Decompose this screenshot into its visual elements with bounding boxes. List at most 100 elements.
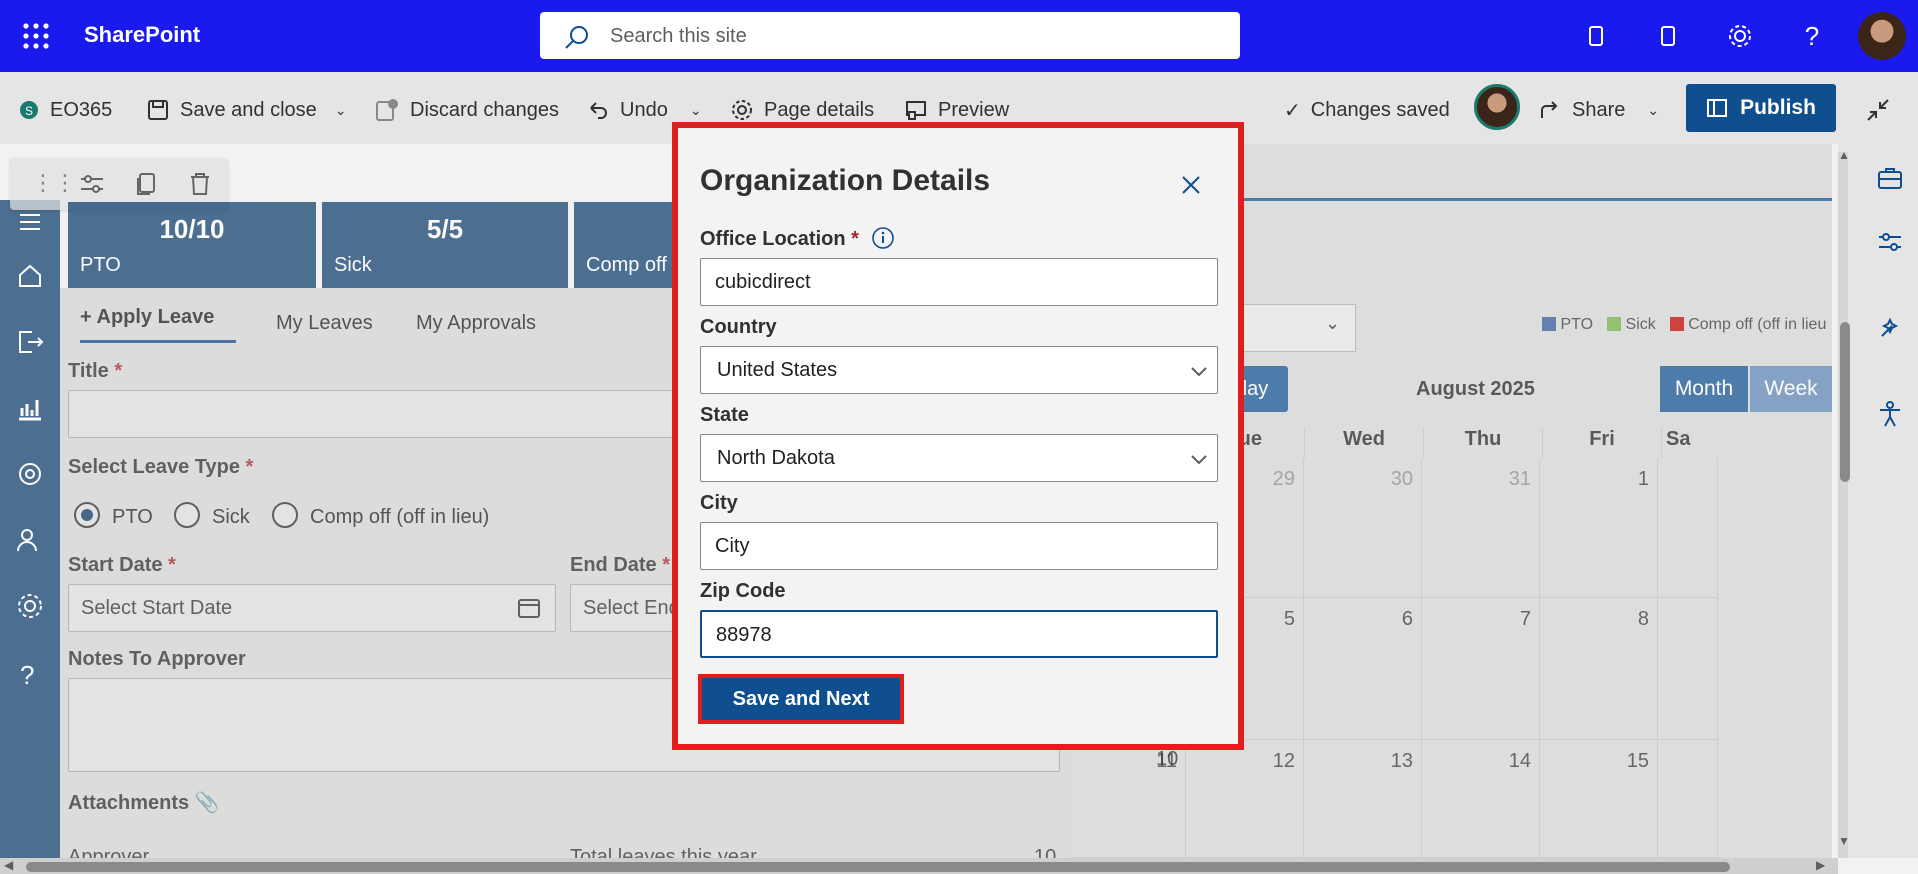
design-ideas-icon[interactable] <box>1876 314 1904 342</box>
tablet-icon[interactable] <box>1650 18 1686 54</box>
zip-code-input[interactable]: 88978 <box>700 610 1218 658</box>
save-icon <box>148 100 168 120</box>
day-cell[interactable]: 31 <box>1422 458 1540 598</box>
user-avatar[interactable] <box>1858 12 1906 60</box>
paperclip-icon[interactable]: 📎 <box>195 792 220 814</box>
publish-button[interactable]: Publish <box>1686 84 1836 132</box>
undo-button[interactable]: Undo ⌄ <box>586 96 702 124</box>
scroll-down-icon[interactable]: ▼ <box>1838 834 1850 848</box>
day-cell[interactable]: 13 <box>1304 740 1422 858</box>
day-cell[interactable] <box>1658 598 1718 740</box>
search-box[interactable]: Search this site <box>540 12 1240 59</box>
save-close-button[interactable]: Save and close ⌄ <box>146 96 347 124</box>
info-icon[interactable] <box>871 226 895 250</box>
sharepoint-site-icon: S <box>20 101 38 119</box>
horizontal-scrollbar-thumb[interactable] <box>26 862 1730 872</box>
help-icon[interactable]: ? <box>1794 18 1830 54</box>
undo-icon <box>590 102 607 119</box>
coauthor-avatar[interactable] <box>1474 84 1520 130</box>
day-cell[interactable]: 6 <box>1304 598 1422 740</box>
undo-label: Undo <box>620 98 668 121</box>
app-launcher-icon[interactable] <box>18 18 54 54</box>
radio-label: Comp off (off in lieu) <box>310 506 490 528</box>
duplicate-icon[interactable] <box>132 170 160 198</box>
vertical-scrollbar-track[interactable] <box>1838 152 1848 858</box>
tab-apply-leave[interactable]: + Apply Leave <box>80 306 214 329</box>
state-label: State <box>700 404 749 426</box>
toolbox-icon[interactable] <box>1876 164 1904 192</box>
total-leaves-label: Total leaves this year <box>570 846 757 858</box>
label-text: Start Date <box>68 554 163 576</box>
radio-sick[interactable] <box>174 502 200 528</box>
select-value: North Dakota <box>717 447 835 469</box>
site-link[interactable]: S EO365 <box>18 96 112 124</box>
chevron-down-icon[interactable]: ⌄ <box>335 102 347 119</box>
day-cell[interactable]: 10 <box>1156 748 1178 771</box>
scroll-right-icon[interactable]: ▶ <box>1816 858 1825 872</box>
settings-gear-icon[interactable] <box>1722 18 1758 54</box>
day-cell[interactable]: 12 <box>1186 740 1304 858</box>
country-select[interactable]: United States <box>700 346 1218 394</box>
accessibility-icon[interactable] <box>1876 400 1904 428</box>
tab-my-approvals[interactable]: My Approvals <box>416 312 536 335</box>
chevron-down-icon[interactable]: ⌄ <box>690 102 702 119</box>
phone-icon[interactable] <box>1578 18 1614 54</box>
state-select[interactable]: North Dakota <box>700 434 1218 482</box>
legend-swatch <box>1542 317 1556 331</box>
end-date-input[interactable]: Select End <box>570 584 680 632</box>
home-icon[interactable] <box>14 260 46 292</box>
day-header: Sa <box>1666 428 1691 450</box>
start-date-input[interactable]: Select Start Date <box>68 584 556 632</box>
close-icon[interactable] <box>1174 168 1208 202</box>
user-settings-icon[interactable] <box>14 524 46 556</box>
input-value: cubicdirect <box>715 271 811 293</box>
day-cell[interactable] <box>1658 458 1718 598</box>
chevron-down-icon[interactable]: ⌄ <box>1647 102 1659 119</box>
save-and-next-button[interactable]: Save and Next <box>702 678 900 720</box>
properties-icon[interactable] <box>1876 228 1904 256</box>
chevron-down-icon <box>1191 367 1207 377</box>
day-cell[interactable]: 15 <box>1540 740 1658 858</box>
scroll-left-icon[interactable]: ◀ <box>4 858 13 872</box>
help-icon[interactable]: ? <box>20 660 34 691</box>
vertical-scrollbar-thumb[interactable] <box>1840 322 1850 482</box>
share-button[interactable]: Share ⌄ <box>1538 96 1659 124</box>
discard-changes-button[interactable]: Discard changes <box>374 96 559 124</box>
radio-comp-off[interactable] <box>272 502 298 528</box>
collapse-icon[interactable] <box>1864 96 1892 124</box>
label-text: End Date <box>570 554 657 576</box>
tab-my-leaves[interactable]: My Leaves <box>276 312 373 335</box>
page-details-button[interactable]: Page details <box>730 96 874 124</box>
edit-properties-icon[interactable] <box>78 170 106 198</box>
title-input[interactable] <box>68 390 674 438</box>
policy-icon[interactable] <box>14 458 46 490</box>
preview-button[interactable]: Preview <box>904 96 1009 124</box>
calendar-legend: PTO Sick Comp off (off in lieu <box>1542 316 1826 334</box>
month-view-button[interactable]: Month <box>1660 366 1748 412</box>
city-input[interactable]: City <box>700 522 1218 570</box>
sign-out-icon[interactable] <box>14 326 46 358</box>
day-cell[interactable]: 1 <box>1540 458 1658 598</box>
required-marker: * <box>245 456 254 478</box>
scroll-up-icon[interactable]: ▲ <box>1838 148 1850 162</box>
menu-icon[interactable] <box>14 206 46 238</box>
brand-name[interactable]: SharePoint <box>84 22 200 48</box>
settings-icon[interactable] <box>14 590 46 622</box>
search-placeholder: Search this site <box>610 25 747 47</box>
delete-icon[interactable] <box>186 170 214 198</box>
day-cell[interactable] <box>1658 740 1718 858</box>
leave-type-label: Select Leave Type * <box>68 456 253 479</box>
chart-icon[interactable] <box>14 392 46 424</box>
plus-icon: + <box>80 306 97 328</box>
calendar-icon[interactable] <box>517 597 541 619</box>
day-cell[interactable]: 30 <box>1304 458 1422 598</box>
day-cell[interactable]: 8 <box>1540 598 1658 740</box>
day-cell[interactable]: 14 <box>1422 740 1540 858</box>
day-cell[interactable]: 7 <box>1422 598 1540 740</box>
tile-count: 5/5 <box>426 214 464 244</box>
office-location-input[interactable]: cubicdirect <box>700 258 1218 306</box>
drag-handle-icon[interactable]: ⋮⋮ <box>32 170 76 196</box>
week-view-button[interactable]: Week <box>1750 366 1832 412</box>
legend-item: PTO <box>1542 316 1593 334</box>
radio-pto[interactable] <box>74 502 100 528</box>
